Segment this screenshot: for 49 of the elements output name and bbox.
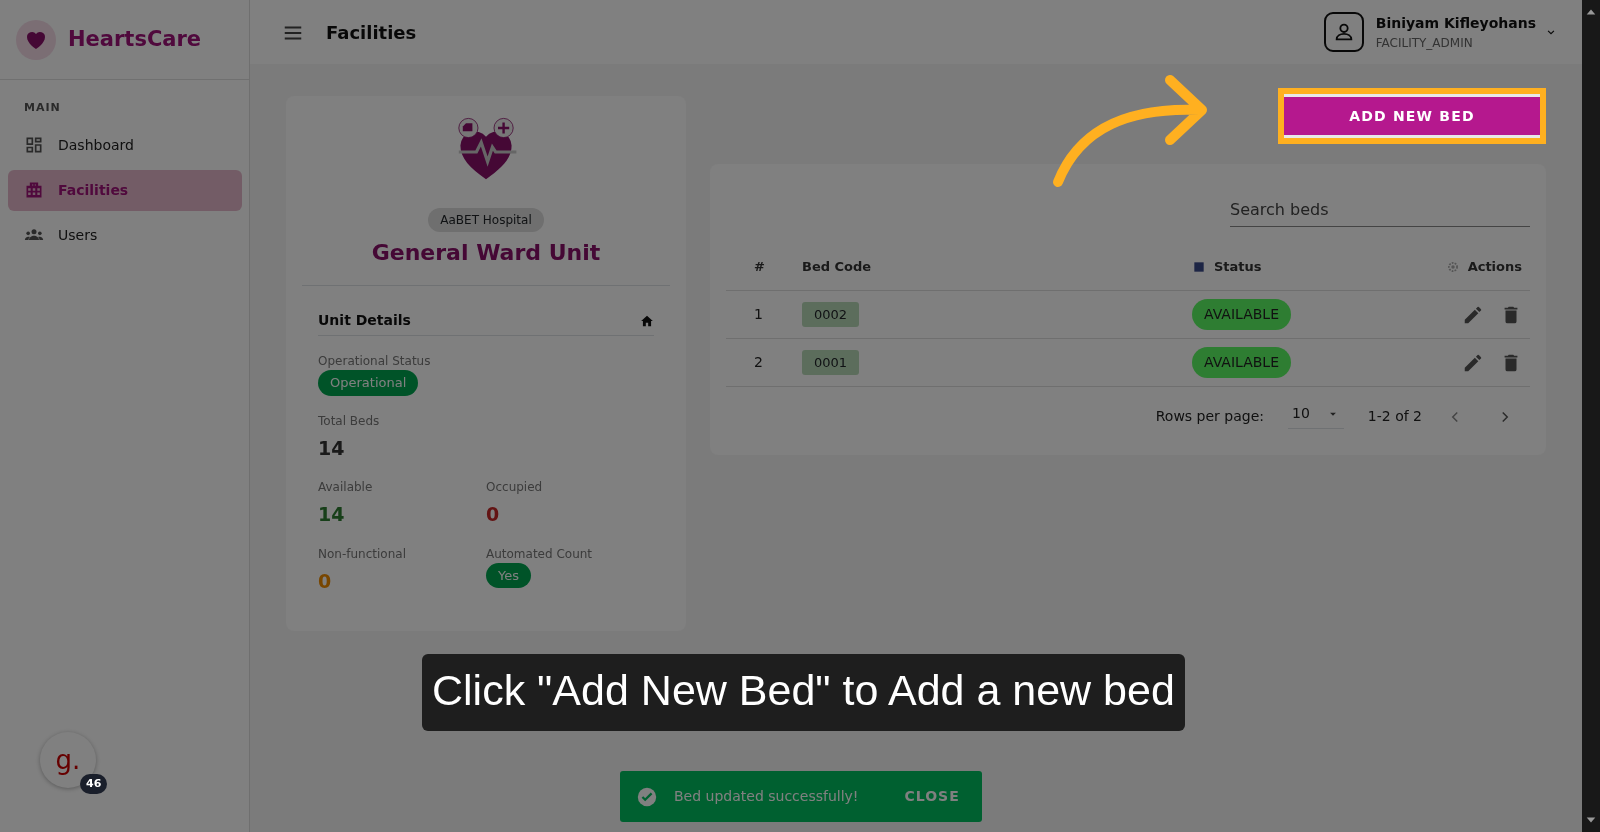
column-header: #	[754, 257, 765, 276]
bed-code-tag: 0002	[802, 301, 860, 328]
scrollbar[interactable]	[1582, 0, 1600, 832]
pencil-icon	[1462, 352, 1484, 374]
status-tag: Operational	[318, 370, 419, 396]
column-header: Status	[1214, 257, 1262, 276]
field-label: Available	[318, 479, 374, 496]
tutorial-caption: Click "Add New Bed" to Add a new bed	[422, 654, 1185, 731]
status-tag: AVAILABLE	[1192, 347, 1292, 378]
sidebar-item[interactable]: Users	[8, 214, 242, 256]
field-label: Automated Count	[486, 545, 594, 563]
sidebar-item[interactable]: Dashboard	[8, 124, 242, 166]
unit-title: General Ward Unit	[371, 239, 601, 267]
field-value: 14	[318, 502, 346, 527]
page-title: Facilities	[326, 20, 417, 45]
user-name: Biniyam Kifleyohans	[1375, 13, 1536, 33]
user-avatar[interactable]	[1323, 12, 1364, 52]
pencil-icon	[1462, 304, 1484, 326]
gear-icon	[1445, 259, 1460, 274]
hospital-tag: AaBET Hospital	[428, 208, 544, 232]
status-tag: AVAILABLE	[1192, 299, 1292, 330]
field-value: 14	[318, 435, 346, 461]
column-header: Actions	[1467, 257, 1522, 276]
field-label: Operational Status	[318, 353, 432, 370]
user-role: FACILITY_ADMIN	[1375, 34, 1474, 52]
field-label: Non-functional	[318, 545, 407, 563]
rows-per-page-label: Rows per page:	[1155, 406, 1264, 426]
field-label: Occupied	[486, 479, 544, 496]
brand-name: HeartsCare	[68, 25, 202, 53]
hospital-icon	[24, 180, 44, 200]
section-title: Unit Details	[318, 311, 411, 330]
table-cell-text: 1	[754, 305, 763, 324]
rows-per-page-select[interactable]: 10	[1288, 403, 1344, 429]
add-bed-button[interactable]: ADD NEW BED	[1284, 97, 1540, 135]
page-range: 1-2 of 2	[1367, 406, 1422, 426]
table-cell-text: 2	[754, 353, 763, 372]
status-tag: Yes	[486, 562, 531, 588]
check-circle-icon	[636, 785, 658, 808]
section-label: MAIN	[23, 100, 62, 116]
column-header: Bed Code	[802, 257, 872, 276]
field-value: 0	[318, 568, 333, 594]
dashboard-icon	[24, 135, 44, 155]
toast-message: Bed updated successfully!	[674, 787, 859, 806]
home-icon	[640, 313, 654, 328]
status-icon	[1192, 259, 1206, 274]
search-field[interactable]: Search beds	[1230, 194, 1530, 227]
bed-code-tag: 0001	[802, 349, 860, 376]
field-label: Total Beds	[318, 412, 381, 430]
field-value: 0	[486, 502, 501, 527]
